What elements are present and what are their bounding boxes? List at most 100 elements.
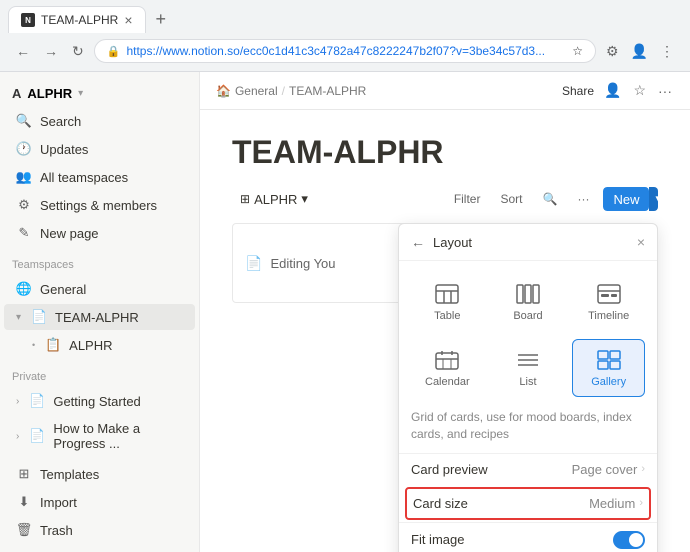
db-view-selector[interactable]: ⊞ ALPHR ▾ bbox=[232, 187, 316, 211]
page-content: TEAM-ALPHR ⊞ ALPHR ▾ Filter Sort 🔍 ··· N… bbox=[200, 110, 690, 552]
sidebar-item-trash[interactable]: 🗑 Trash bbox=[4, 517, 195, 543]
sidebar-item-general[interactable]: 🌐 General bbox=[4, 276, 195, 302]
more-options-button[interactable]: ··· bbox=[656, 81, 674, 101]
sort-button[interactable]: Sort bbox=[494, 188, 528, 210]
fit-image-toggle[interactable] bbox=[613, 531, 645, 549]
sidebar-import-label: Import bbox=[40, 495, 77, 510]
url-text: https://www.notion.so/ecc0c1d41c3c4782a4… bbox=[126, 44, 566, 58]
layout-option-calendar[interactable]: Calendar bbox=[411, 339, 484, 397]
sidebar-item-new-page[interactable]: ✎ New page bbox=[4, 220, 195, 246]
url-bar[interactable]: 🔒 https://www.notion.so/ecc0c1d41c3c4782… bbox=[94, 39, 596, 63]
tab-close-button[interactable]: × bbox=[124, 13, 132, 27]
workspace-header[interactable]: A ALPHR ▾ bbox=[0, 80, 199, 107]
browser-actions: ⚙ 👤 ⋮ bbox=[602, 41, 678, 62]
private-section-title: Private bbox=[0, 359, 199, 387]
active-tab[interactable]: N TEAM-ALPHR × bbox=[8, 6, 146, 33]
card-size-row[interactable]: Card size Medium › bbox=[405, 487, 651, 520]
progress-icon: 📄 bbox=[29, 428, 45, 444]
layout-panel: ← Layout × bbox=[398, 223, 658, 552]
gallery-card-icon: 📄 bbox=[245, 255, 262, 272]
new-record-button[interactable]: New bbox=[603, 187, 649, 211]
sidebar: A ALPHR ▾ 🔍 Search 🕐 Updates 👥 All teams… bbox=[0, 72, 200, 552]
alphr-icon: 📋 bbox=[45, 337, 61, 353]
layout-option-table[interactable]: Table bbox=[411, 273, 484, 331]
sidebar-item-updates[interactable]: 🕐 Updates bbox=[4, 136, 195, 162]
workspace-initial: A bbox=[12, 86, 21, 101]
panel-back-button[interactable]: ← bbox=[411, 234, 425, 250]
layout-option-board[interactable]: Board bbox=[492, 273, 565, 331]
progress-expand: › bbox=[16, 431, 19, 442]
toggle-knob bbox=[629, 533, 643, 547]
app: A ALPHR ▾ 🔍 Search 🕐 Updates 👥 All teams… bbox=[0, 72, 690, 552]
gallery-label: Gallery bbox=[591, 376, 626, 388]
browser-chrome: N TEAM-ALPHR × + ← → ↻ 🔒 https://www.not… bbox=[0, 0, 690, 72]
card-preview-value: Page cover bbox=[572, 462, 638, 477]
db-toolbar: ⊞ ALPHR ▾ Filter Sort 🔍 ··· New ▾ bbox=[232, 187, 658, 211]
getting-started-icon: 📄 bbox=[29, 393, 45, 409]
search-db-button[interactable]: 🔍 bbox=[537, 188, 564, 210]
gallery-card-content: Editing You bbox=[270, 256, 335, 271]
new-label: New bbox=[613, 192, 639, 207]
templates-icon: ⊞ bbox=[16, 466, 32, 482]
sidebar-item-search[interactable]: 🔍 Search bbox=[4, 108, 195, 134]
sidebar-item-settings[interactable]: ⚙ Settings & members bbox=[4, 192, 195, 218]
sidebar-item-getting-started[interactable]: › 📄 Getting Started bbox=[4, 388, 195, 414]
layout-options-grid: Table Board bbox=[399, 261, 657, 409]
card-preview-row[interactable]: Card preview Page cover › bbox=[399, 453, 657, 485]
forward-button[interactable]: → bbox=[40, 41, 62, 61]
fit-image-label: Fit image bbox=[411, 532, 613, 547]
user-icon-button[interactable]: 👤 bbox=[602, 80, 623, 101]
layout-option-timeline[interactable]: Timeline bbox=[572, 273, 645, 331]
sidebar-item-team-alphr[interactable]: ▾ 📄 TEAM-ALPHR bbox=[4, 304, 195, 330]
table-label: Table bbox=[434, 310, 460, 322]
search-icon: 🔍 bbox=[16, 113, 32, 129]
alphr-expand-icon: • bbox=[32, 340, 35, 350]
list-layout-icon bbox=[512, 348, 544, 372]
lock-icon: 🔒 bbox=[107, 45, 121, 58]
profile-button[interactable]: 👤 bbox=[627, 41, 652, 62]
db-view-chevron: ▾ bbox=[301, 191, 308, 207]
layout-description: Grid of cards, use for mood boards, inde… bbox=[399, 409, 657, 453]
extensions-button[interactable]: ⚙ bbox=[602, 41, 623, 62]
address-bar: ← → ↻ 🔒 https://www.notion.so/ecc0c1d41c… bbox=[0, 33, 690, 71]
sidebar-item-import[interactable]: ⬇ Import bbox=[4, 489, 195, 515]
more-button[interactable]: ⋮ bbox=[656, 41, 678, 62]
expand-icon: ▾ bbox=[16, 312, 21, 323]
trash-icon: 🗑 bbox=[16, 522, 32, 538]
card-size-chevron: › bbox=[639, 497, 643, 509]
teamspaces-section-title: Teamspaces bbox=[0, 247, 199, 275]
card-size-label: Card size bbox=[413, 496, 589, 511]
share-button[interactable]: Share bbox=[562, 84, 594, 98]
general-icon: 🌐 bbox=[16, 281, 32, 297]
timeline-label: Timeline bbox=[588, 310, 629, 322]
star-icon: ☆ bbox=[572, 44, 583, 58]
sidebar-item-alphr[interactable]: • 📋 ALPHR bbox=[4, 332, 195, 358]
card-preview-chevron: › bbox=[641, 463, 645, 475]
timeline-layout-icon bbox=[593, 282, 625, 306]
settings-icon: ⚙ bbox=[16, 197, 32, 213]
sidebar-getting-started-label: Getting Started bbox=[53, 394, 140, 409]
layout-panel-header: ← Layout × bbox=[399, 224, 657, 261]
new-tab-button[interactable]: + bbox=[150, 7, 173, 32]
layout-option-list[interactable]: List bbox=[492, 339, 565, 397]
star-button[interactable]: ☆ bbox=[631, 80, 648, 101]
sidebar-search-label: Search bbox=[40, 114, 81, 129]
breadcrumb-current: TEAM-ALPHR bbox=[289, 84, 366, 98]
more-db-button[interactable]: ··· bbox=[571, 188, 595, 210]
breadcrumb-separator: / bbox=[282, 84, 285, 98]
back-button[interactable]: ← bbox=[12, 41, 34, 61]
layout-option-gallery[interactable]: Gallery bbox=[572, 339, 645, 397]
sidebar-item-teamspaces[interactable]: 👥 All teamspaces bbox=[4, 164, 195, 190]
db-view-icon: ⊞ bbox=[240, 192, 250, 206]
sidebar-item-progress[interactable]: › 📄 How to Make a Progress ... bbox=[4, 416, 195, 456]
sidebar-settings-label: Settings & members bbox=[40, 198, 157, 213]
sidebar-updates-label: Updates bbox=[40, 142, 88, 157]
fit-image-row[interactable]: Fit image bbox=[399, 522, 657, 552]
new-button-group: New ▾ bbox=[603, 187, 658, 211]
import-icon: ⬇ bbox=[16, 494, 32, 510]
new-record-dropdown[interactable]: ▾ bbox=[649, 187, 658, 211]
filter-button[interactable]: Filter bbox=[448, 188, 487, 210]
refresh-button[interactable]: ↻ bbox=[68, 41, 88, 62]
panel-close-button[interactable]: × bbox=[637, 234, 645, 250]
sidebar-item-templates[interactable]: ⊞ Templates bbox=[4, 461, 195, 487]
